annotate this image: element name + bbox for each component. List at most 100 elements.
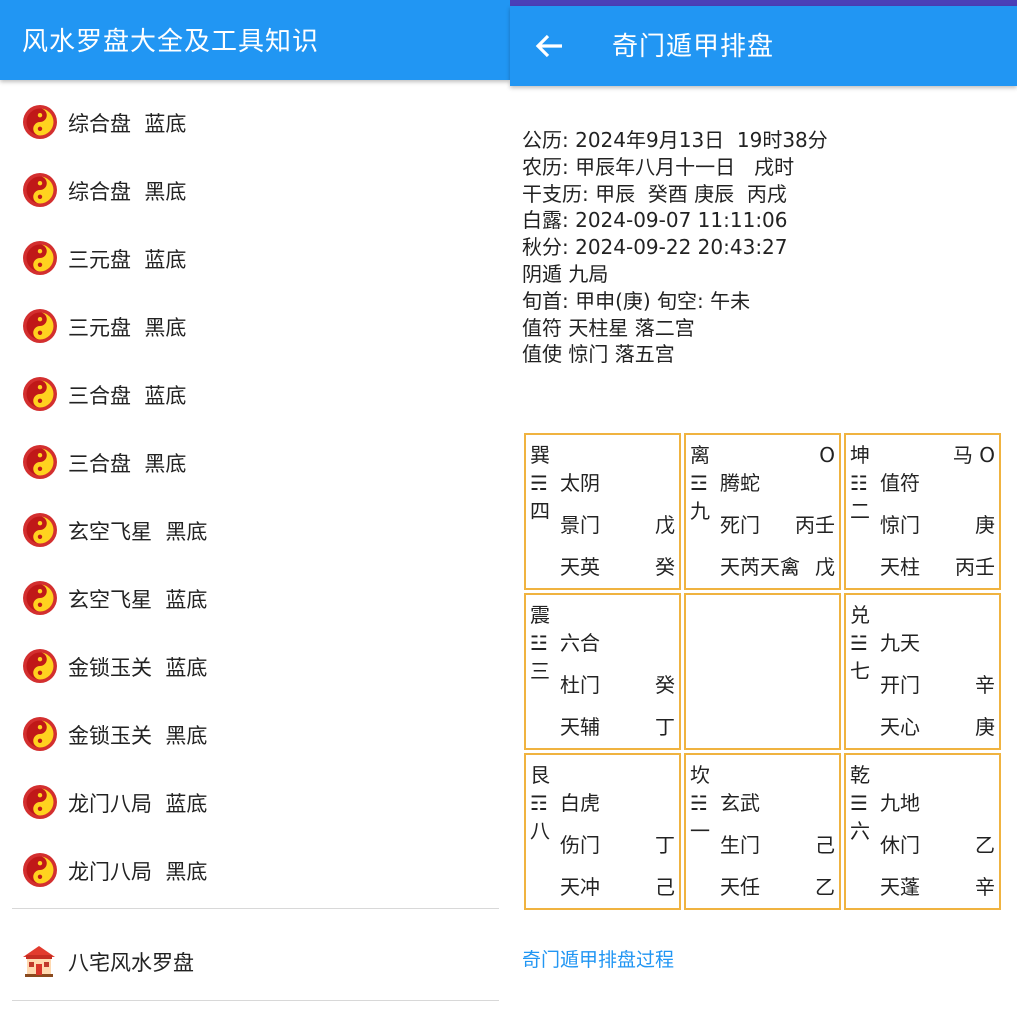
menu-item-bazhai[interactable]: 八宅风水罗盘 xyxy=(0,925,510,995)
process-link[interactable]: 奇门遁甲排盘过程 xyxy=(522,945,674,972)
menu-item[interactable]: 龙门八局 蓝底 xyxy=(0,768,510,836)
door-label: 生门 xyxy=(720,833,760,857)
palace-number: 七 xyxy=(850,659,870,683)
star-label: 天柱 xyxy=(880,555,920,579)
palace-cell: 坎 ☵ 一玄武 生门 天任 己乙 xyxy=(684,753,841,910)
star-stem: 癸 xyxy=(655,555,675,579)
door-label: 伤门 xyxy=(560,833,600,857)
menu-item-label: 三元盘 黑底 xyxy=(68,316,187,340)
spirit-label: 九地 xyxy=(880,791,920,815)
yin-yang-icon xyxy=(23,853,57,887)
door-stem: 庚 xyxy=(975,513,995,537)
palace-number: 二 xyxy=(850,499,870,523)
nine-palace-grid: 巽 ☴ 四太阴 景门 天英戊癸离 ☲ 九腾蛇 死门 天芮天禽 O 丙壬戊坤 ☷ 二值符 惊门 天柱马 O庚丙… xyxy=(524,433,1003,913)
corner-marker: 马 O xyxy=(952,443,995,467)
info-line: 阴遁 九局 xyxy=(522,261,609,286)
yin-yang-icon xyxy=(23,241,57,275)
door-stem: 戊 xyxy=(655,513,675,537)
menu-item-label: 金锁玉关 蓝底 xyxy=(68,656,208,680)
yin-yang-icon xyxy=(23,377,57,411)
menu-item[interactable]: 三合盘 黑底 xyxy=(0,428,510,496)
page-title: 奇门遁甲排盘 xyxy=(612,32,775,62)
spirit-label: 六合 xyxy=(560,631,600,655)
yin-yang-icon xyxy=(23,105,57,139)
palace-cell xyxy=(684,593,841,750)
info-line: 农历: 甲辰年八月十一日 戌时 xyxy=(522,154,795,179)
trigram-symbol: ☷ xyxy=(850,471,868,495)
info-line: 白露: 2024-09-07 11:11:06 xyxy=(522,208,788,233)
info-line: 值使 惊门 落五宫 xyxy=(522,342,675,367)
star-stem: 丙壬 xyxy=(955,555,995,579)
door-stem: 丙壬 xyxy=(795,513,835,537)
yin-yang-icon xyxy=(23,785,57,819)
compass-menu-list: 综合盘 蓝底综合盘 黑底 三元盘 蓝底 三元盘 黑底 三合盘 蓝底 三合盘 黑底 玄空飞星… xyxy=(0,88,510,904)
app-bar: 风水罗盘大全及工具知识 xyxy=(0,0,510,80)
spirit-label: 值符 xyxy=(880,471,920,495)
star-label: 天芮天禽 xyxy=(720,555,800,579)
yin-yang-icon xyxy=(23,581,57,615)
menu-item-label: 三合盘 蓝底 xyxy=(68,384,187,408)
menu-item[interactable]: 金锁玉关 蓝底 xyxy=(0,632,510,700)
menu-item[interactable]: 三合盘 蓝底 xyxy=(0,360,510,428)
palace-name: 坤 xyxy=(850,443,870,467)
yin-yang-icon xyxy=(23,445,57,479)
palace-cell: 离 ☲ 九腾蛇 死门 天芮天禽 O 丙壬戊 xyxy=(684,433,841,590)
menu-item-label: 玄空飞星 蓝底 xyxy=(68,588,208,612)
menu-item-label: 龙门八局 蓝底 xyxy=(68,792,208,816)
star-label: 天任 xyxy=(720,875,760,899)
menu-item[interactable]: 三元盘 黑底 xyxy=(0,292,510,360)
menu-item[interactable]: 玄空飞星 黑底 xyxy=(0,496,510,564)
palace-number: 三 xyxy=(530,659,550,683)
palace-name: 坎 xyxy=(690,763,710,787)
trigram-symbol: ☴ xyxy=(530,471,548,495)
yin-yang-icon xyxy=(23,513,57,547)
palace-name: 震 xyxy=(530,603,550,627)
menu-item[interactable]: 金锁玉关 黑底 xyxy=(0,700,510,768)
spirit-label: 九天 xyxy=(880,631,920,655)
menu-item-label: 八宅风水罗盘 xyxy=(68,951,194,975)
house-icon xyxy=(23,946,55,977)
yin-yang-icon xyxy=(23,173,57,207)
star-stem: 乙 xyxy=(815,875,835,899)
info-line: 秋分: 2024-09-22 20:43:27 xyxy=(522,235,788,260)
menu-item[interactable]: 综合盘 黑底 xyxy=(0,156,510,224)
info-line: 旬首: 甲申(庚) 旬空: 午未 xyxy=(522,288,751,313)
star-stem: 庚 xyxy=(975,715,995,739)
divider xyxy=(12,1000,499,1001)
door-label: 杜门 xyxy=(560,673,600,697)
screen: 风水罗盘大全及工具知识 综合盘 蓝底综合盘 黑底 三元盘 蓝底 三元盘 黑底 三合盘 … xyxy=(0,0,1017,1024)
star-label: 天蓬 xyxy=(880,875,920,899)
palace-number: 四 xyxy=(530,499,550,523)
door-label: 开门 xyxy=(880,673,920,697)
info-line: 干支历: 甲辰 癸酉 庚辰 丙戌 xyxy=(522,181,787,206)
star-stem: 辛 xyxy=(975,875,995,899)
door-stem: 乙 xyxy=(975,833,995,857)
door-label: 死门 xyxy=(720,513,760,537)
info-line: 公历: 2024年9月13日 19时38分 xyxy=(522,128,828,152)
menu-item-label: 综合盘 黑底 xyxy=(68,180,187,204)
door-stem: 癸 xyxy=(655,673,675,697)
palace-number: 八 xyxy=(530,819,550,843)
menu-item-label: 金锁玉关 黑底 xyxy=(68,724,208,748)
palace-name: 乾 xyxy=(850,763,870,787)
menu-item[interactable]: 综合盘 蓝底 xyxy=(0,88,510,156)
menu-item-label: 玄空飞星 黑底 xyxy=(68,520,208,544)
back-arrow-icon[interactable] xyxy=(532,28,568,64)
spirit-label: 腾蛇 xyxy=(720,471,760,495)
divider xyxy=(12,908,499,909)
trigram-symbol: ☵ xyxy=(690,791,708,815)
trigram-symbol: ☳ xyxy=(530,631,548,655)
app-title: 风水罗盘大全及工具知识 xyxy=(22,27,320,57)
menu-item[interactable]: 三元盘 蓝底 xyxy=(0,224,510,292)
spirit-label: 白虎 xyxy=(560,791,600,815)
menu-item[interactable]: 龙门八局 黑底 xyxy=(0,836,510,904)
palace-name: 离 xyxy=(690,443,710,467)
menu-item[interactable]: 玄空飞星 蓝底 xyxy=(0,564,510,632)
palace-cell: 兑 ☱ 七九天 开门 天心 辛庚 xyxy=(844,593,1001,750)
star-label: 天辅 xyxy=(560,715,600,739)
palace-cell: 巽 ☴ 四太阴 景门 天英 戊癸 xyxy=(524,433,681,590)
fengshui-list-screen: 风水罗盘大全及工具知识 综合盘 蓝底综合盘 黑底 三元盘 蓝底 三元盘 黑底 三合盘 … xyxy=(0,0,510,1024)
menu-item-label: 三元盘 蓝底 xyxy=(68,248,187,272)
menu-item-label: 三合盘 黑底 xyxy=(68,452,187,476)
star-stem: 丁 xyxy=(655,715,675,739)
